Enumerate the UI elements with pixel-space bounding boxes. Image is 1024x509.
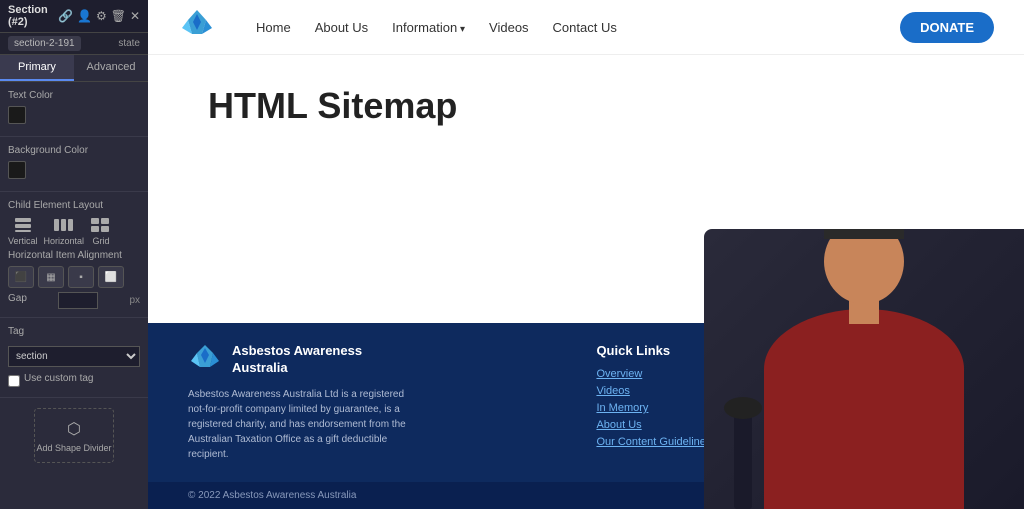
gap-row: Gap px bbox=[8, 292, 140, 309]
left-panel: Section (#2) 🔗 👤 ⚙ 🗑 ✕ section-2-191 sta… bbox=[0, 0, 148, 509]
footer-desc: Asbestos Awareness Australia Ltd is a re… bbox=[188, 387, 408, 462]
add-shape-label: Add Shape Divider bbox=[36, 443, 111, 453]
bg-color-label: Background Color bbox=[8, 145, 140, 156]
nav-logo bbox=[178, 8, 216, 46]
gap-input[interactable] bbox=[58, 292, 98, 309]
tag-select[interactable]: section div article bbox=[8, 346, 140, 367]
person-icon[interactable]: 👤 bbox=[77, 9, 92, 23]
footer-copyright: © 2022 Asbestos Awareness Australia bbox=[188, 490, 356, 501]
tab-advanced[interactable]: Advanced bbox=[74, 55, 148, 81]
panel-header: Section (#2) 🔗 👤 ⚙ 🗑 ✕ bbox=[0, 0, 148, 33]
custom-tag-label: Use custom tag bbox=[24, 373, 93, 384]
panel-title: Section (#2) bbox=[8, 4, 58, 28]
tab-primary[interactable]: Primary bbox=[0, 55, 74, 81]
layout-icons: Vertical Horizontal Grid bbox=[8, 216, 140, 246]
footer-logo-icon bbox=[188, 343, 222, 377]
website-preview: Home About Us Information Videos Contact… bbox=[148, 0, 1024, 509]
panel-header-icons: 🔗 👤 ⚙ 🗑 ✕ bbox=[58, 9, 140, 23]
layout-grid-label: Grid bbox=[93, 236, 110, 246]
panel-breadcrumb: section-2-191 state bbox=[0, 33, 148, 55]
gap-unit: px bbox=[129, 295, 140, 306]
layout-grid-btn[interactable]: Grid bbox=[90, 216, 112, 246]
person-overlay bbox=[704, 229, 1024, 509]
nav-about[interactable]: About Us bbox=[315, 20, 368, 35]
align-left-btn[interactable]: ⬛ bbox=[8, 266, 34, 288]
tag-label: Tag bbox=[8, 326, 140, 337]
nav-contact[interactable]: Contact Us bbox=[553, 20, 617, 35]
layout-vertical-btn[interactable]: Vertical bbox=[8, 216, 38, 246]
text-color-label: Text Color bbox=[8, 90, 140, 101]
footer-logo-section: Asbestos AwarenessAustralia Asbestos Awa… bbox=[188, 343, 556, 462]
nav-bar: Home About Us Information Videos Contact… bbox=[148, 0, 1024, 55]
bg-color-row bbox=[8, 161, 140, 179]
nav-home[interactable]: Home bbox=[256, 20, 291, 35]
footer-logo-row: Asbestos AwarenessAustralia bbox=[188, 343, 556, 377]
page-title: HTML Sitemap bbox=[208, 85, 964, 127]
layout-horizontal-btn[interactable]: Horizontal bbox=[44, 216, 85, 246]
settings-icon[interactable]: ⚙ bbox=[96, 9, 107, 23]
text-color-swatch[interactable] bbox=[8, 106, 26, 124]
align-right-btn[interactable]: ▪ bbox=[68, 266, 94, 288]
main-content: Home About Us Information Videos Contact… bbox=[148, 0, 1024, 509]
child-layout-label: Child Element Layout bbox=[8, 200, 140, 211]
align-icons: ⬛ ▦ ▪ ⬜ bbox=[8, 266, 140, 288]
layout-vertical-label: Vertical bbox=[8, 236, 38, 246]
align-center-btn[interactable]: ▦ bbox=[38, 266, 64, 288]
tag-section: Tag section div article Use custom tag bbox=[0, 318, 148, 398]
logo-icon bbox=[178, 8, 216, 46]
nav-videos[interactable]: Videos bbox=[489, 20, 529, 35]
close-icon[interactable]: ✕ bbox=[130, 9, 140, 23]
add-shape-btn[interactable]: ⬡ Add Shape Divider bbox=[34, 408, 114, 463]
link-icon[interactable]: 🔗 bbox=[58, 9, 73, 23]
layout-horizontal-label: Horizontal bbox=[44, 236, 85, 246]
text-color-section: Text Color bbox=[0, 82, 148, 137]
align-stretch-btn[interactable]: ⬜ bbox=[98, 266, 124, 288]
footer-org-name: Asbestos AwarenessAustralia bbox=[232, 343, 362, 377]
text-color-row bbox=[8, 106, 140, 124]
bg-color-section: Background Color bbox=[0, 137, 148, 192]
bg-color-swatch[interactable] bbox=[8, 161, 26, 179]
trash-icon[interactable]: 🗑 bbox=[111, 9, 126, 23]
custom-tag-row: Use custom tag bbox=[8, 373, 140, 389]
align-label: Horizontal Item Alignment bbox=[8, 250, 140, 261]
nav-links: Home About Us Information Videos Contact… bbox=[256, 20, 900, 35]
custom-tag-checkbox[interactable] bbox=[8, 375, 20, 387]
breadcrumb-section[interactable]: section-2-191 bbox=[8, 36, 81, 51]
gap-label: Gap bbox=[8, 293, 27, 304]
nav-information[interactable]: Information bbox=[392, 20, 465, 35]
child-layout-section: Child Element Layout Vertical Horizontal bbox=[0, 192, 148, 318]
person-silhouette bbox=[704, 229, 1024, 509]
panel-tabs: Primary Advanced bbox=[0, 55, 148, 82]
nav-donate-btn[interactable]: DONATE bbox=[900, 12, 994, 43]
breadcrumb-state: state bbox=[118, 38, 140, 49]
